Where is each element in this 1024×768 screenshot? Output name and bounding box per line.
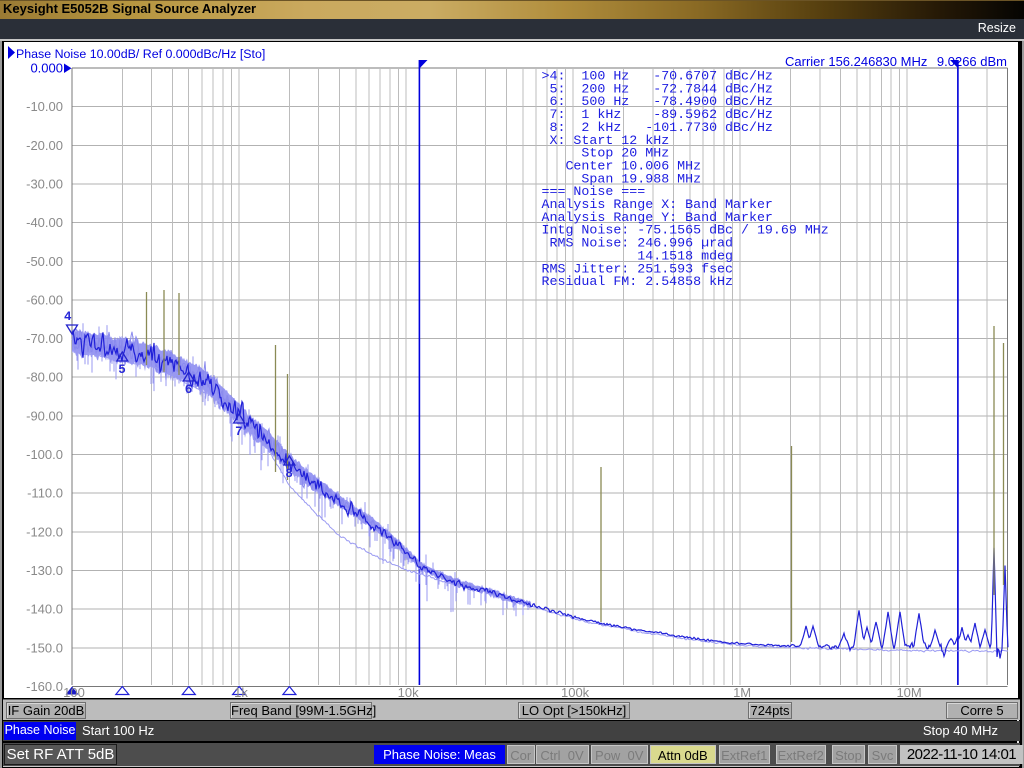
svg-text:Phase Noise 10.00dB/ Ref 0.000: Phase Noise 10.00dB/ Ref 0.000dBc/Hz [St… [16, 47, 265, 61]
svg-text:10k: 10k [398, 685, 419, 698]
svg-text:1k: 1k [234, 685, 248, 698]
svg-text:100: 100 [63, 685, 85, 698]
svg-text:-70.00: -70.00 [26, 331, 63, 346]
svg-text:100k: 100k [561, 685, 590, 698]
svg-text:4: 4 [64, 310, 72, 324]
svg-text:-60.00: -60.00 [26, 292, 63, 307]
svg-text:-10.00: -10.00 [26, 99, 63, 114]
svg-text:8: 8 [285, 467, 293, 481]
svg-text:1M: 1M [733, 685, 751, 698]
svg-text:-30.00: -30.00 [26, 177, 63, 192]
svg-text:Residual FM: 2.54858 kHz: Residual FM: 2.54858 kHz [542, 274, 734, 289]
svg-text:-100.0: -100.0 [26, 447, 63, 462]
svg-text:0.000: 0.000 [30, 61, 63, 76]
svg-text:-150.0: -150.0 [26, 640, 63, 655]
svg-text:-110.0: -110.0 [27, 486, 63, 501]
svg-text:-140.0: -140.0 [26, 602, 63, 617]
svg-text:6: 6 [185, 383, 193, 397]
svg-text:7: 7 [235, 425, 243, 439]
svg-text:-80.00: -80.00 [26, 370, 63, 385]
svg-text:-50.00: -50.00 [26, 254, 63, 269]
svg-text:-120.0: -120.0 [26, 524, 63, 539]
svg-text:-160.0: -160.0 [26, 679, 63, 694]
svg-text:-20.00: -20.00 [26, 138, 63, 153]
svg-text:9.0266 dBm: 9.0266 dBm [937, 54, 1007, 69]
svg-text:-90.00: -90.00 [26, 408, 63, 423]
svg-text:10M: 10M [896, 685, 921, 698]
svg-text:-130.0: -130.0 [26, 563, 63, 578]
svg-text:Carrier 156.246830 MHz: Carrier 156.246830 MHz [785, 54, 927, 69]
svg-text:-40.00: -40.00 [26, 215, 63, 230]
svg-text:5: 5 [118, 363, 126, 377]
